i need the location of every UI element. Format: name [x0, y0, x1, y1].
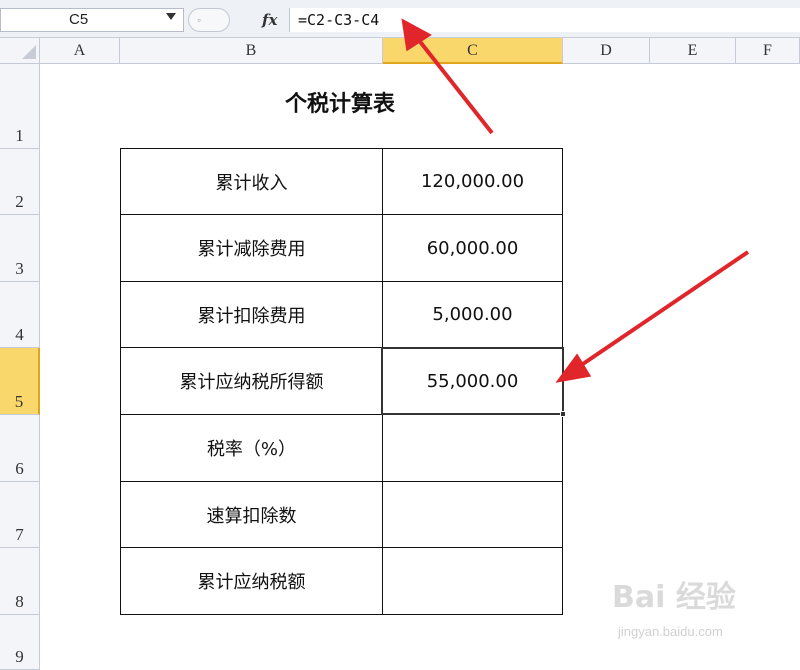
row-header-9[interactable]: 9	[0, 615, 40, 670]
cell-c2[interactable]: 120,000.00	[383, 148, 563, 215]
cell-c3[interactable]: 60,000.00	[383, 215, 563, 282]
column-header-b[interactable]: B	[120, 38, 383, 64]
row-header-3[interactable]: 3	[0, 215, 40, 282]
cell-b7[interactable]: 速算扣除数	[120, 482, 383, 548]
cell-c6[interactable]	[383, 415, 563, 482]
row-header-6[interactable]: 6	[0, 415, 40, 482]
arrow-to-cell	[555, 250, 750, 383]
column-header-a[interactable]: A	[40, 38, 120, 64]
name-box[interactable]: C5	[0, 8, 184, 32]
baidu-watermark-url: jingyan.baidu.com	[618, 624, 723, 639]
baidu-watermark: Bai 经验	[612, 580, 736, 615]
insert-function-icon[interactable]: fx	[262, 9, 284, 31]
column-header-e[interactable]: E	[650, 38, 736, 64]
cell-b8[interactable]: 累计应纳税额	[120, 548, 383, 615]
formula-bar-splitter[interactable]	[188, 8, 230, 32]
cell-b3[interactable]: 累计减除费用	[120, 215, 383, 282]
row-header-4[interactable]: 4	[0, 282, 40, 348]
cell-c7[interactable]	[383, 482, 563, 548]
row-header-8[interactable]: 8	[0, 548, 40, 615]
row-header-7[interactable]: 7	[0, 482, 40, 548]
cell-c8[interactable]	[383, 548, 563, 615]
splitter-grip-icon: ◦	[197, 13, 202, 27]
sheet-title[interactable]: 个税计算表	[230, 88, 450, 122]
formula-input[interactable]: =C2-C3-C4	[289, 8, 800, 32]
row-header-2[interactable]: 2	[0, 149, 40, 215]
cell-b5[interactable]: 累计应纳税所得额	[120, 348, 383, 415]
cell-c5[interactable]: 55,000.00	[383, 348, 563, 415]
column-header-d[interactable]: D	[563, 38, 650, 64]
column-header-f[interactable]: F	[736, 38, 800, 64]
cell-b4[interactable]: 累计扣除费用	[120, 282, 383, 348]
cell-c4[interactable]: 5,000.00	[383, 282, 563, 348]
row-header-1[interactable]: 1	[0, 64, 40, 149]
fill-handle[interactable]	[560, 411, 566, 417]
row-header-5[interactable]: 5	[0, 348, 40, 415]
cell-b2[interactable]: 累计收入	[120, 148, 383, 215]
select-all-icon	[22, 45, 36, 59]
name-box-dropdown-icon[interactable]	[166, 13, 176, 20]
column-header-c[interactable]: C	[383, 38, 563, 64]
cell-b6[interactable]: 税率（%）	[120, 415, 383, 482]
